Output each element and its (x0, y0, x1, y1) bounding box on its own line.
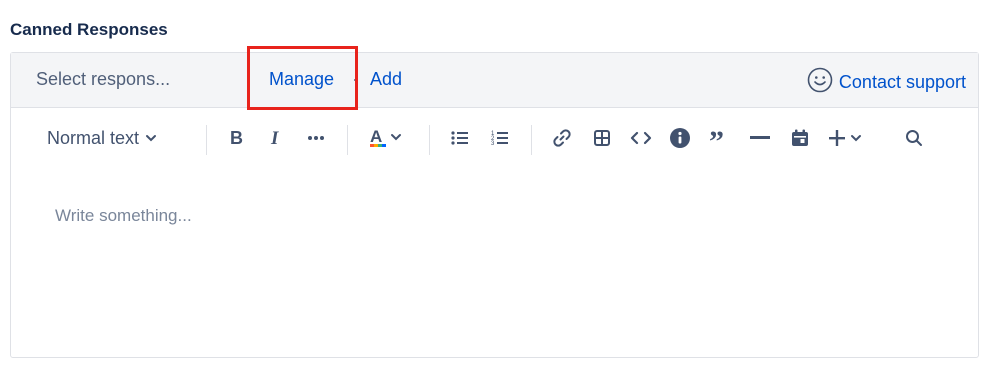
more-formatting-icon[interactable] (303, 122, 329, 154)
text-color-icon[interactable]: A (367, 122, 407, 154)
divider-icon[interactable] (747, 122, 773, 154)
select-response-dropdown[interactable]: Select respons... (36, 69, 170, 90)
contact-support-label: Contact support (838, 72, 966, 92)
date-icon[interactable] (787, 122, 813, 154)
separator-dot: · (352, 69, 358, 89)
numbered-list-icon[interactable]: 123 (487, 122, 513, 154)
section-title: Canned Responses (10, 20, 168, 39)
toolbar-divider (347, 125, 348, 155)
bullet-list-icon[interactable] (447, 122, 473, 154)
text-style-label: Normal text (47, 127, 140, 148)
contact-support-button[interactable]: Contact support (807, 67, 966, 98)
toolbar-divider (429, 125, 430, 155)
text-style-dropdown[interactable]: Normal text (47, 122, 157, 154)
editor-area[interactable]: Write something... (11, 168, 978, 356)
quote-icon[interactable]: ” (707, 122, 733, 154)
bold-icon[interactable]: B (225, 122, 249, 154)
italic-icon[interactable]: I (265, 122, 289, 154)
toolbar-divider (206, 125, 207, 155)
svg-text:A: A (370, 127, 382, 146)
manage-link[interactable]: Manage (269, 69, 334, 90)
canned-responses-panel: Select respons... Manage · Add Contact s… (10, 52, 979, 358)
editor-toolbar: Normal text B I A 123 ” (11, 108, 978, 168)
editor-placeholder: Write something... (55, 206, 192, 225)
canned-responses-bar: Select respons... Manage · Add Contact s… (11, 53, 978, 108)
search-icon[interactable] (901, 122, 927, 154)
code-icon[interactable] (627, 122, 655, 154)
svg-text:B: B (230, 128, 243, 148)
info-panel-icon[interactable] (667, 122, 693, 154)
table-icon[interactable] (589, 122, 615, 154)
add-link[interactable]: Add (370, 69, 402, 90)
svg-text:I: I (270, 128, 279, 148)
smiley-icon (807, 67, 833, 98)
link-icon[interactable] (549, 122, 575, 154)
svg-text:3: 3 (491, 141, 495, 147)
insert-plus-icon[interactable] (827, 122, 867, 154)
toolbar-divider (531, 125, 532, 155)
chevron-down-icon (145, 132, 157, 144)
svg-text:”: ” (709, 129, 724, 147)
